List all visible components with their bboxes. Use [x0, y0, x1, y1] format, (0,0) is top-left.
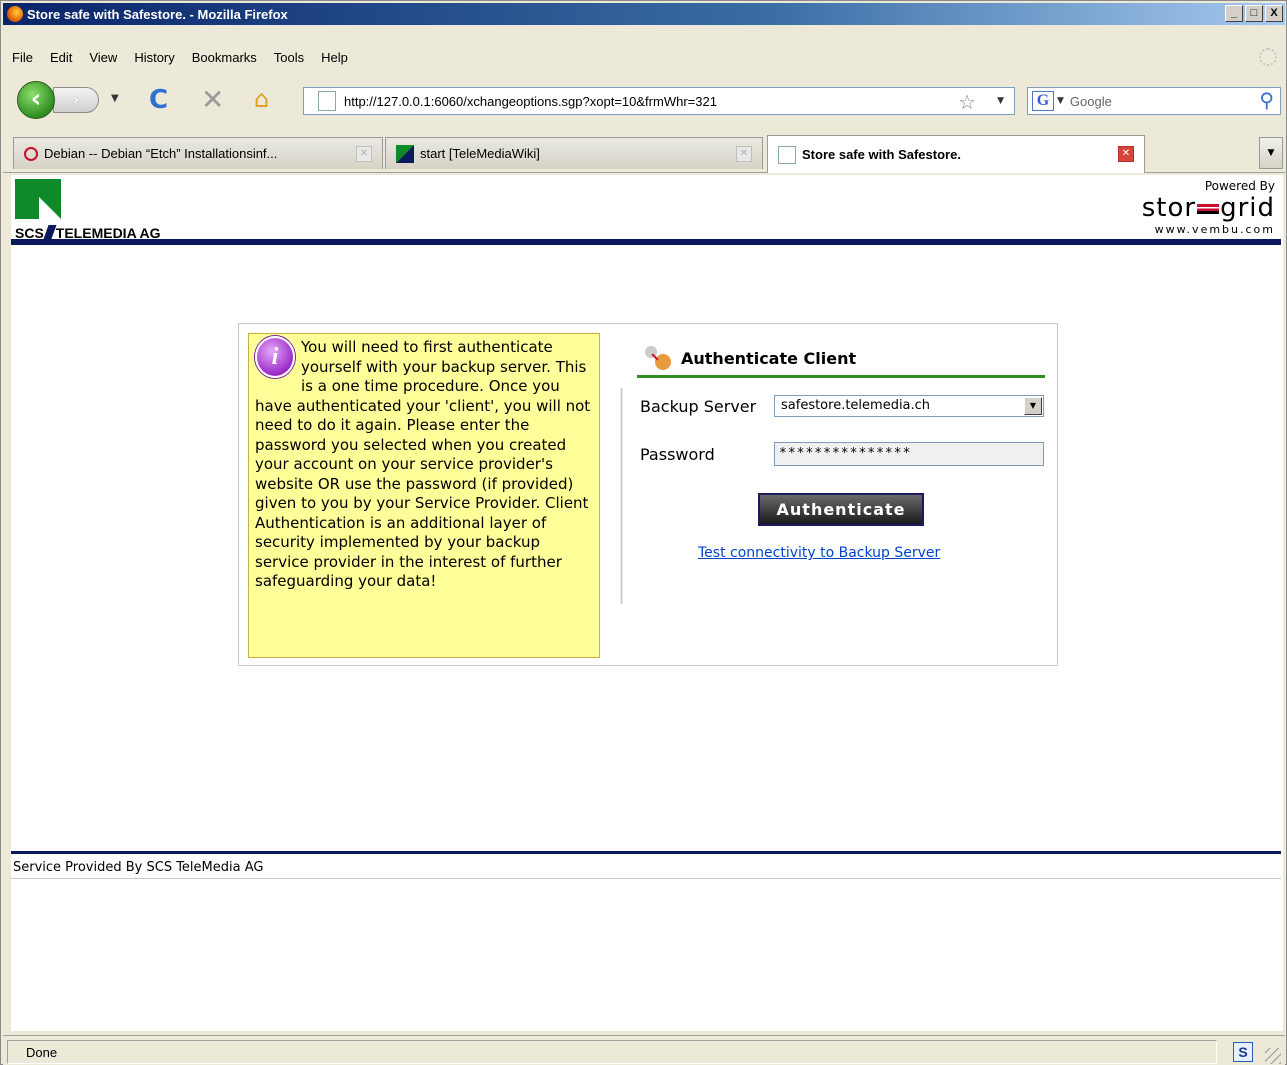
navigation-toolbar: › ‹ ▼ C ✕ ⌂ http://127.0.0.1:6060/xchang…	[3, 77, 1285, 125]
browser-window: Store safe with Safestore. - Mozilla Fir…	[0, 0, 1287, 1065]
user-auth-icon	[645, 345, 671, 372]
password-label: Password	[640, 445, 715, 464]
auth-title-text: Authenticate Client	[681, 349, 857, 368]
logo-text-right: TELEMEDIA AG	[55, 225, 161, 241]
tab-bar: Debian -- Debian “Etch” Installationsinf…	[3, 133, 1285, 173]
backup-server-label: Backup Server	[640, 397, 757, 416]
powered-by-label: Powered By	[1204, 179, 1275, 193]
back-icon: ‹	[30, 84, 42, 114]
menu-view[interactable]: View	[80, 50, 125, 65]
search-icon[interactable]: ⚲	[1259, 88, 1274, 112]
menu-tools[interactable]: Tools	[265, 50, 312, 65]
tab-label: start [TeleMediaWiki]	[420, 146, 540, 161]
info-text: You will need to first authenticate your…	[255, 338, 591, 590]
authenticate-button[interactable]: Authenticate	[758, 493, 924, 526]
page-icon	[778, 145, 796, 164]
backup-server-value: safestore.telemedia.ch	[781, 398, 931, 413]
test-connectivity-link[interactable]: Test connectivity to Backup Server	[698, 545, 940, 561]
page-header: SCS TELEMEDIA AG Powered By stor grid www.…	[11, 175, 1281, 245]
menu-file[interactable]: File	[3, 50, 41, 65]
wiki-icon	[396, 144, 414, 163]
url-text[interactable]: http://127.0.0.1:6060/xchangeoptions.sgp…	[344, 94, 717, 109]
debian-icon	[24, 146, 38, 161]
forward-icon: ›	[72, 90, 80, 109]
tab-label: Debian -- Debian “Etch” Installationsinf…	[44, 146, 278, 161]
tab-close-icon[interactable]: ✕	[736, 146, 752, 162]
chevron-down-icon[interactable]: ▼	[1024, 397, 1042, 415]
tab-close-icon[interactable]: ✕	[356, 146, 372, 162]
home-icon[interactable]: ⌂	[254, 85, 269, 113]
status-text: Done	[7, 1040, 1217, 1064]
backup-server-select[interactable]: safestore.telemedia.ch ▼	[774, 395, 1044, 417]
status-bar: Done S	[3, 1035, 1285, 1065]
throbber-icon	[1259, 48, 1277, 66]
scs-telemedia-logo: SCS TELEMEDIA AG	[15, 179, 195, 241]
menu-history[interactable]: History	[125, 50, 182, 65]
window-controls: _ □ X	[1225, 5, 1283, 22]
info-box: i You will need to first authenticate yo…	[248, 333, 600, 658]
info-icon: i	[255, 336, 295, 378]
password-field[interactable]: ***************	[774, 442, 1044, 466]
firefox-icon	[7, 6, 23, 22]
close-button[interactable]: X	[1265, 5, 1283, 22]
search-input[interactable]: Google	[1070, 94, 1112, 109]
page-footer: Service Provided By SCS TeleMedia AG	[11, 851, 1281, 879]
menu-edit[interactable]: Edit	[41, 50, 80, 65]
window-title: Store safe with Safestore. - Mozilla Fir…	[27, 6, 288, 22]
stop-icon[interactable]: ✕	[201, 83, 224, 116]
back-button[interactable]: ‹	[17, 81, 55, 119]
minimize-button[interactable]: _	[1225, 5, 1243, 22]
divider	[620, 388, 623, 604]
tab-label: Store safe with Safestore.	[802, 147, 961, 162]
history-dropdown-icon[interactable]: ▼	[111, 93, 119, 104]
powered-by: Powered By stor grid www.vembu.com	[1142, 179, 1275, 236]
bookmark-star-icon[interactable]: ☆	[958, 90, 976, 114]
forward-button[interactable]: ›	[53, 87, 99, 113]
tab-telemediawiki[interactable]: start [TeleMediaWiki] ✕	[385, 137, 763, 169]
logo-text-left: SCS	[15, 225, 44, 241]
menu-bar: File Edit View History Bookmarks Tools H…	[3, 45, 1285, 69]
url-dropdown-icon[interactable]: ▼	[997, 96, 1004, 106]
tab-close-icon[interactable]: ✕	[1118, 146, 1134, 162]
auth-panel: i You will need to first authenticate yo…	[238, 323, 1058, 666]
menu-bookmarks[interactable]: Bookmarks	[183, 50, 265, 65]
tab-debian[interactable]: Debian -- Debian “Etch” Installationsinf…	[13, 137, 383, 169]
menu-help[interactable]: Help	[312, 50, 356, 65]
title-bar: Store safe with Safestore. - Mozilla Fir…	[3, 3, 1285, 25]
google-icon[interactable]: G	[1032, 91, 1054, 111]
maximize-button[interactable]: □	[1245, 5, 1263, 22]
logo-flag-icon	[15, 179, 61, 219]
search-bar[interactable]: G ▼ Google ⚲	[1027, 87, 1281, 115]
storegrid-logo: stor grid	[1141, 193, 1275, 223]
addon-s-icon[interactable]: S	[1233, 1042, 1253, 1062]
tab-list-button[interactable]: ▼	[1259, 137, 1283, 169]
page-icon	[318, 91, 336, 111]
vembu-url: www.vembu.com	[1154, 223, 1275, 236]
tab-safestore[interactable]: Store safe with Safestore. ✕	[767, 135, 1145, 173]
resize-grip-icon[interactable]	[1265, 1048, 1281, 1064]
auth-title: Authenticate Client	[637, 342, 1045, 378]
page-content: SCS TELEMEDIA AG Powered By stor grid www.…	[11, 175, 1283, 1031]
search-engine-dropdown-icon[interactable]: ▼	[1057, 96, 1064, 106]
url-bar[interactable]: http://127.0.0.1:6060/xchangeoptions.sgp…	[303, 87, 1015, 115]
reload-icon[interactable]: C	[149, 85, 168, 115]
